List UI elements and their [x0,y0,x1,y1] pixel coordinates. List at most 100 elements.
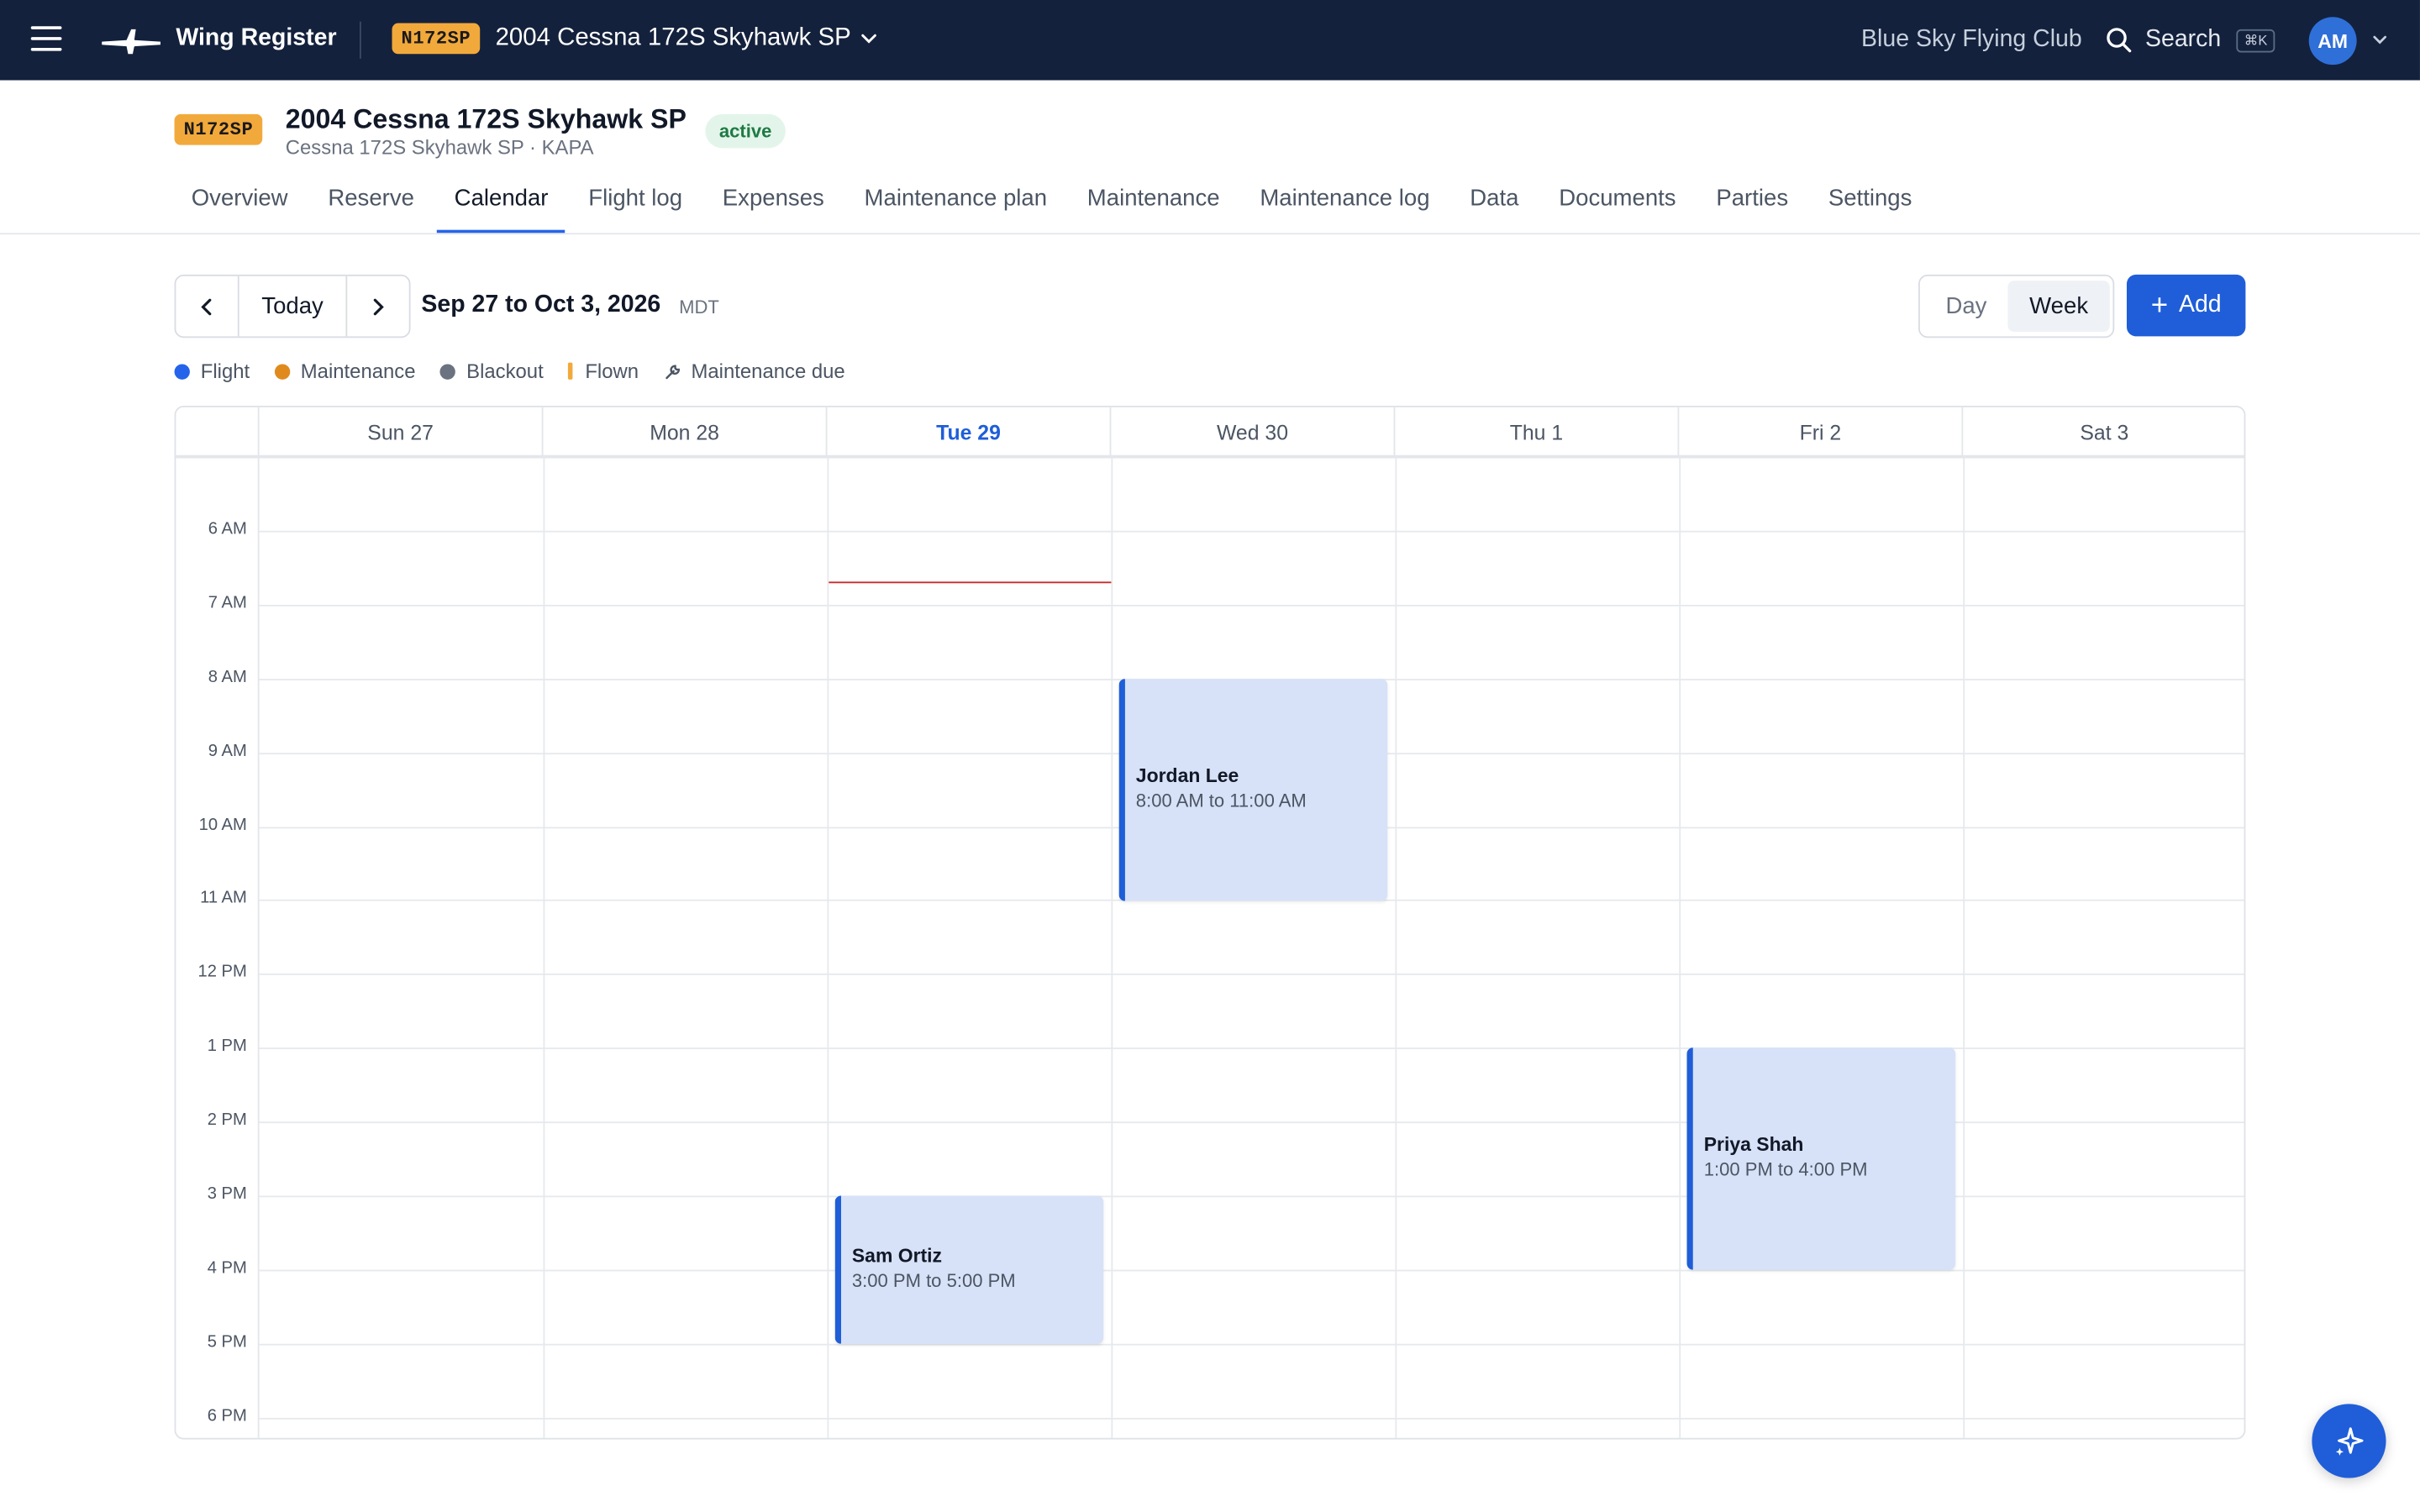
time-gutter [176,407,260,1438]
search-label: Search [2145,26,2222,53]
hour-label: 2 PM [207,1110,247,1130]
reservation-event[interactable]: Priya Shah 1:00 PM to 4:00 PM [1686,1047,1956,1270]
day-header[interactable]: Sun 27 [260,407,544,457]
tab-parties[interactable]: Parties [1699,173,1805,232]
hour-gridline [259,1343,2244,1346]
hour-label: 7 AM [208,594,247,613]
top-navigation-bar: Wing Register N172SP 2004 Cessna 172S Sk… [0,0,2420,81]
hour-label: 12 PM [197,963,247,982]
plus-icon: + [2150,289,2169,322]
day-header[interactable]: Fri 2 [1679,407,1964,457]
wrench-icon [665,364,680,379]
sparkle-icon [2335,1427,2364,1456]
club-name[interactable]: Blue Sky Flying Club [1861,26,2082,54]
day-header[interactable]: Wed 30 [1111,407,1396,457]
tab-maintenance[interactable]: Maintenance [1071,173,1237,232]
tab-maintenance-log[interactable]: Maintenance log [1243,173,1447,232]
divider [0,233,2420,235]
chevron-left-icon [201,297,212,315]
airplane-logo-icon [102,29,161,55]
timezone-label: MDT [679,296,719,318]
hour-label: 6 PM [207,1407,247,1426]
tab-reserve[interactable]: Reserve [311,173,431,232]
legend-label: Blackout [466,359,544,383]
chevron-right-icon [373,297,384,315]
hour-label: 1 PM [207,1037,247,1056]
date-navigation: Today [174,274,411,339]
event-time-range: 1:00 PM to 4:00 PM [1703,1158,1868,1181]
event-time-range: 3:00 PM to 5:00 PM [851,1269,1016,1292]
user-avatar[interactable]: AM [2308,17,2357,66]
aircraft-selector[interactable]: 2004 Cessna 172S Skyhawk SP [496,24,851,52]
tab-maintenance-plan[interactable]: Maintenance plan [847,173,1064,232]
hour-gridline [259,973,2244,975]
legend-dot [174,363,190,379]
tab-bar: Overview Reserve Calendar Flight log Expense… [175,173,1935,234]
tab-settings[interactable]: Settings [1812,173,1929,232]
add-button-label: Add [2178,291,2222,318]
assistant-button[interactable] [2312,1404,2386,1478]
chevron-down-icon[interactable] [2370,31,2389,50]
search-button[interactable]: Search ⌘K [2105,22,2275,59]
legend-label: Maintenance [300,359,416,383]
tab-overview[interactable]: Overview [175,173,305,232]
hour-label: 11 AM [200,888,247,907]
brand-name[interactable]: Wing Register [176,24,336,52]
week-calendar: Sun 27 Mon 28 Tue 29 Wed 30 Thu 1 Fri 2 Sat 3 6… [174,406,2246,1440]
divider [359,21,361,59]
tail-number-badge: N172SP [174,113,263,145]
hour-label: 5 PM [207,1332,247,1352]
tab-data[interactable]: Data [1453,173,1536,232]
tab-flight-log[interactable]: Flight log [571,173,699,232]
next-week-button[interactable] [347,276,408,337]
legend-bar [568,362,573,380]
add-button[interactable]: + Add [2126,274,2246,337]
page-subtitle: Cessna 172S Skyhawk SP · KAPA [285,135,594,160]
event-pilot-name: Jordan Lee [1135,765,1239,787]
chevron-down-icon[interactable] [858,28,880,50]
legend-dot [439,363,456,379]
day-view-button[interactable]: Day [1924,281,2007,332]
hour-label: 9 AM [208,742,247,761]
event-time-range: 8:00 AM to 11:00 AM [1135,790,1307,812]
reservation-event[interactable]: Jordan Lee 8:00 AM to 11:00 AM [1118,679,1388,901]
current-time-indicator [829,581,1112,584]
day-header[interactable]: Mon 28 [544,407,828,457]
date-range: Sep 27 to Oct 3, 2026 [421,291,661,318]
legend-item: Blackout [439,359,544,383]
status-badge: active [705,113,786,149]
hour-gridline [259,530,2244,533]
event-pilot-name: Sam Ortiz [851,1245,943,1267]
legend-label: Flight [200,359,250,383]
calendar-legend: Flight Maintenance Blackout Flown Maintenanc… [174,359,871,383]
event-pilot-name: Priya Shah [1703,1133,1804,1156]
legend-item: Flight [174,359,250,383]
week-view-button[interactable]: Week [2007,281,2110,332]
day-header[interactable]: Tue 29 [827,407,1112,457]
hour-gridline [259,604,2244,606]
hour-label: 10 AM [198,816,247,835]
page-title: 2004 Cessna 172S Skyhawk SP [285,103,687,134]
day-header[interactable]: Thu 1 [1395,407,1680,457]
day-header[interactable]: Sat 3 [1963,407,2244,457]
view-toggle: Day Week [1918,274,2115,339]
legend-dot [274,363,290,379]
header-divider [176,454,2244,459]
legend-item: Maintenance [274,359,416,383]
app-root: Wing Register N172SP 2004 Cessna 172S Sk… [0,0,2420,1512]
hour-label: 3 PM [207,1184,247,1204]
tab-expenses[interactable]: Expenses [706,173,841,232]
today-button[interactable]: Today [237,276,348,337]
tail-number-badge: N172SP [392,23,481,55]
hour-label: 4 PM [207,1258,247,1278]
tab-calendar[interactable]: Calendar [437,173,566,234]
reservation-event[interactable]: Sam Ortiz 3:00 PM to 5:00 PM [834,1195,1104,1344]
legend-item: Maintenance due [663,359,845,383]
hour-gridline [259,1417,2244,1420]
hour-label: 6 AM [208,519,247,539]
hour-label: 8 AM [208,668,247,687]
hamburger-menu-icon[interactable] [30,26,62,54]
legend-label: Maintenance due [691,359,845,383]
tab-documents[interactable]: Documents [1542,173,1693,232]
previous-week-button[interactable] [176,276,237,337]
